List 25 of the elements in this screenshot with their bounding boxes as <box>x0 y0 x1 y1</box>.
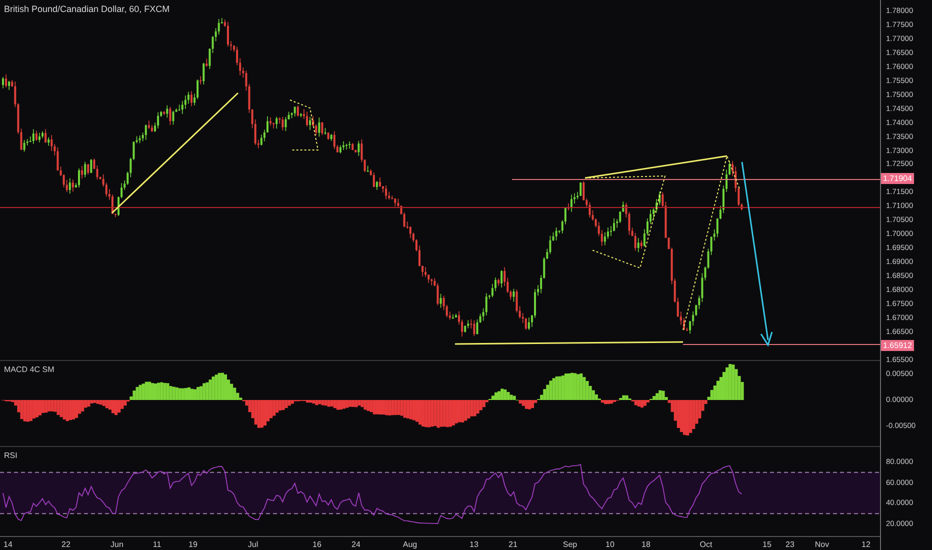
price-badge: 1.65912 <box>881 340 914 352</box>
time-axis-label: 12 <box>862 539 870 550</box>
time-axis-label: Jun <box>110 539 124 550</box>
indicator-label: MACD 4C SM <box>4 364 54 376</box>
time-axis-label: 18 <box>642 539 650 550</box>
time-axis-label: Aug <box>402 539 418 550</box>
time-axis-label: 10 <box>606 539 614 550</box>
time-axis-label: 13 <box>470 539 478 550</box>
price-badge: 1.71904 <box>881 172 914 184</box>
time-axis-label: Nov <box>814 539 830 550</box>
dotted-pattern-line <box>290 100 319 150</box>
time-axis-label: Jul <box>248 539 258 550</box>
time-axis-label: 16 <box>312 539 322 550</box>
time-axis-label: Oct <box>700 539 712 550</box>
time-axis-label: Sep <box>562 539 578 550</box>
time-axis-label: 24 <box>352 539 360 550</box>
time-axis-label: 11 <box>152 539 162 550</box>
time-axis-label: 15 <box>762 539 772 550</box>
time-axis-label: 21 <box>508 539 518 550</box>
chart-title: British Pound/Canadian Dollar, 60, FXCM <box>4 3 170 16</box>
indicator-label: RSI <box>4 450 18 462</box>
time-axis-label: 23 <box>786 539 794 550</box>
time-axis-label: 14 <box>4 539 12 550</box>
time-axis-label: 22 <box>62 539 70 550</box>
time-axis-label: 19 <box>188 539 198 550</box>
